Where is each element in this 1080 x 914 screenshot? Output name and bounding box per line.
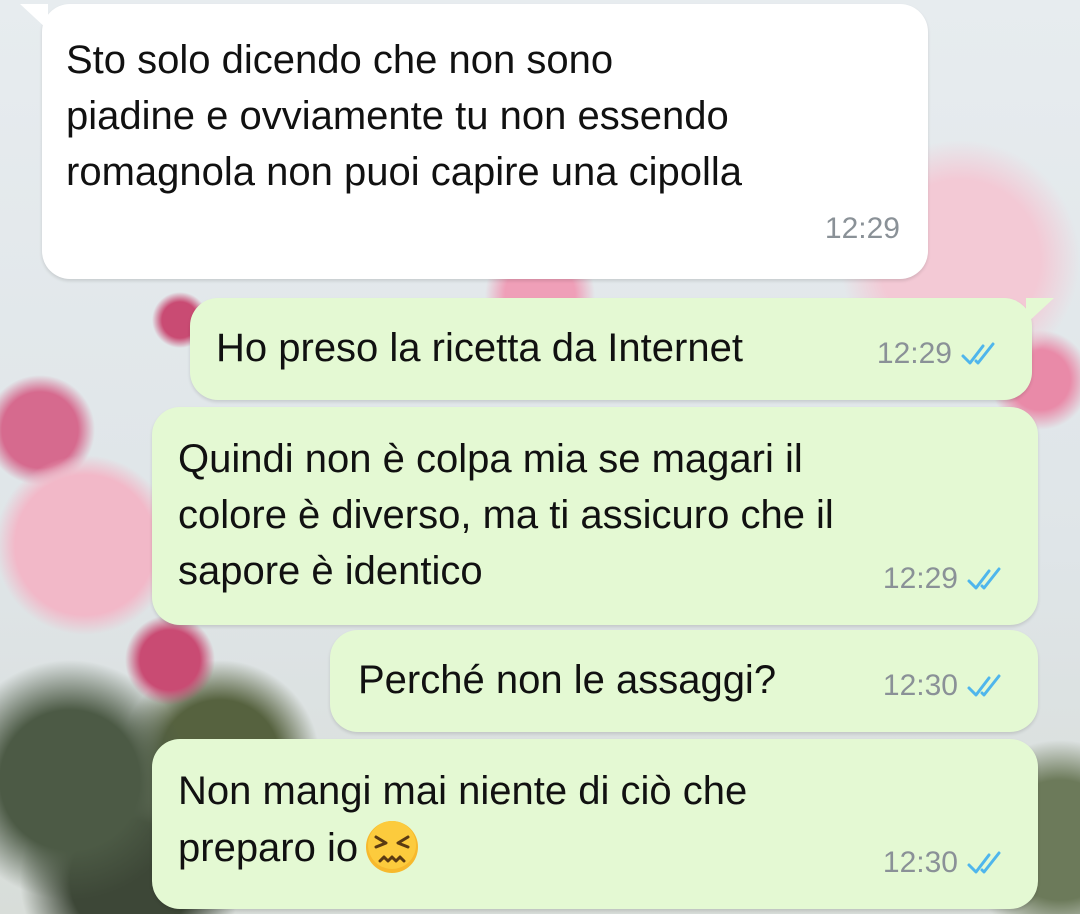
- message-time: 12:30: [882, 846, 958, 879]
- message-time: 12:29: [824, 212, 900, 245]
- outgoing-message-bubble[interactable]: Ho preso la ricetta da Internet 12:29: [190, 298, 1054, 400]
- incoming-message-bubble[interactable]: Sto solo dicendo che non sono piadine e …: [20, 4, 928, 279]
- outgoing-message-bubble[interactable]: Quindi non è colpa mia se magari il colo…: [152, 407, 1038, 625]
- outgoing-message-bubble[interactable]: Non mangi mai niente di ciò che preparo …: [152, 739, 1038, 909]
- message-meta: 12:30: [883, 658, 1010, 714]
- message-text-content: Non mangi mai niente di ciò che preparo …: [178, 769, 748, 870]
- message-time: 12:29: [882, 562, 958, 595]
- outgoing-message-bubble[interactable]: Perché non le assaggi? 12:30: [330, 630, 1038, 732]
- read-double-check-icon: [967, 674, 1001, 697]
- read-double-check-icon: [967, 851, 1001, 874]
- read-double-check-icon: [967, 567, 1001, 590]
- message-meta: 12:29: [877, 326, 1004, 382]
- message-time: 12:29: [876, 337, 952, 370]
- message-time: 12:30: [882, 669, 958, 702]
- message-text: Sto solo dicendo che non sono piadine e …: [66, 38, 743, 194]
- message-meta: 12:30: [883, 835, 1010, 891]
- read-double-check-icon: [961, 342, 995, 365]
- message-meta: 12:29: [825, 201, 900, 257]
- persevering-face-emoji-icon: [366, 821, 419, 873]
- message-meta: 12:29: [883, 551, 1010, 607]
